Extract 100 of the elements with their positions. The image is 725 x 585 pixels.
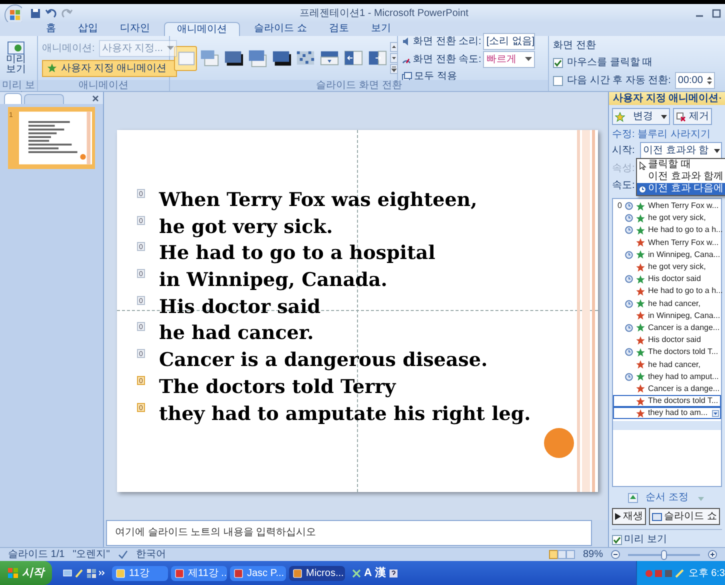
section-title: 화면 전환 <box>553 39 597 53</box>
sound-dropdown[interactable]: [소리 없음] <box>483 32 536 50</box>
taskbar-button[interactable]: Micros... <box>289 566 345 580</box>
play-button[interactable]: 재생 <box>612 508 646 525</box>
animation-list-item[interactable]: The doctors told T... <box>613 346 721 358</box>
slide-text-line: they had to amputate his right leg. <box>159 402 531 426</box>
checkbox-label: 다음 시간 후 자동 전환: <box>567 74 671 88</box>
slide-text-line: in Winnipeg, Canada. <box>159 268 388 292</box>
item-label: in Winnipeg, Cana... <box>648 310 720 321</box>
help-icon[interactable] <box>388 568 398 578</box>
check-icon <box>613 536 621 544</box>
checkbox[interactable] <box>553 76 563 86</box>
app-icon <box>116 568 125 578</box>
window-title: 프레젠테이션1 - Microsoft PowerPoint <box>298 6 470 20</box>
animation-list-item[interactable]: He had to go to a h... <box>613 224 721 237</box>
slideshow-button[interactable]: 슬라이드 쇼 <box>649 508 720 525</box>
field-label: 속성: <box>612 162 635 176</box>
ribbon-tab[interactable]: 삽입 <box>70 22 106 36</box>
speed-dropdown[interactable]: 빠르게 <box>483 50 536 68</box>
caret-icon <box>714 148 720 152</box>
pencil-icon[interactable] <box>75 568 84 578</box>
animation-list-item[interactable]: in Winnipeg, Cana... <box>613 248 721 261</box>
remove-icon <box>676 112 686 122</box>
windows-logo-icon <box>8 568 18 578</box>
animation-list-item[interactable]: they had to am... <box>613 407 721 420</box>
menu-item[interactable]: 이전 효과 다음에 <box>637 183 725 195</box>
item-label: He had to go to a h... <box>648 225 723 236</box>
ribbon-tab[interactable]: 보기 <box>362 22 399 36</box>
zoom-level: 89% <box>582 548 603 562</box>
close-icon[interactable] <box>92 95 99 102</box>
caret-icon <box>166 46 174 50</box>
animation-list-item[interactable]: 0 When Terry Fox w... <box>613 200 721 212</box>
time-field[interactable]: 00:00 <box>674 72 715 89</box>
chevron-icon[interactable] <box>99 570 105 576</box>
slide-text-line: Cancer is a dangerous disease. <box>159 348 488 372</box>
checkbox[interactable] <box>553 58 563 68</box>
zoom-in-icon[interactable] <box>708 550 717 559</box>
desktop-icon[interactable] <box>63 568 72 578</box>
menu-item[interactable]: 이전 효과와 함께 <box>637 171 725 183</box>
animation-list-item[interactable]: His doctor said <box>613 273 721 286</box>
animation-list-item[interactable]: they had to amput... <box>613 370 721 383</box>
clock: 오후 6:3 <box>688 566 725 580</box>
menu-item[interactable]: 클릭할 때 <box>637 159 725 171</box>
effect-name: 수정: 블루리 사라지기 <box>611 128 712 142</box>
remove-button[interactable]: 제거 <box>673 108 712 125</box>
preview-button[interactable]: 미리 보기 <box>4 41 28 75</box>
language-button[interactable]: A <box>364 564 372 582</box>
app-icon <box>175 568 184 578</box>
animation-list-item[interactable]: Cancer is a dange... <box>613 322 721 334</box>
slide-text-line: He had to go to a hospital <box>159 241 436 266</box>
pane-title: 사용자 지정 애니메이션 <box>613 92 719 106</box>
taskbar-button[interactable]: 제11강 ... <box>171 566 227 580</box>
item-label: His doctor said <box>648 335 702 346</box>
ribbon-tab[interactable]: 디자인 <box>112 22 158 36</box>
ribbon-tab[interactable]: 슬라이드 쇼 <box>246 22 315 36</box>
checkbox[interactable] <box>612 534 622 544</box>
notes-field[interactable]: 여기에 슬라이드 노트의 내용을 입력하십시오 <box>106 520 592 546</box>
animation-list-item[interactable]: he had cancer, <box>613 358 721 371</box>
zoom-out-icon[interactable] <box>611 550 620 559</box>
scroll-up-icon[interactable] <box>390 42 398 52</box>
animation-list-item[interactable]: The doctors told T... <box>613 395 721 408</box>
language-button[interactable]: 漢 <box>374 564 386 582</box>
taskbar-button[interactable]: Jasc P... <box>230 566 286 580</box>
taskbar-button[interactable]: 11강 <box>112 566 168 580</box>
start-button[interactable]: 시작 <box>0 561 52 585</box>
caret-icon <box>525 56 532 62</box>
undo-icon[interactable] <box>45 8 57 18</box>
ribbon-tab[interactable]: 검토 <box>320 22 357 36</box>
item-label: The doctors told T... <box>648 396 719 406</box>
ribbon-tab[interactable]: 애니메이션 <box>164 22 240 36</box>
group-label: 슬라이드 화면 전환 <box>170 80 548 91</box>
change-button[interactable]: 변경 <box>612 108 670 125</box>
more-icon[interactable] <box>390 64 398 74</box>
animation-list-item[interactable]: he got very sick, <box>613 260 721 274</box>
item-label: he got very sick, <box>648 213 707 224</box>
spellcheck-icon[interactable] <box>118 550 128 559</box>
scroll-down-icon[interactable] <box>390 53 398 63</box>
item-label: in Winnipeg, Cana... <box>648 250 720 260</box>
animation-list-item[interactable]: Cancer is a dange... <box>613 382 721 395</box>
animation-list-item[interactable]: He had to go to a h... <box>613 285 721 298</box>
maximize-icon[interactable] <box>712 8 721 18</box>
tray-icons[interactable] <box>645 568 686 578</box>
language-bar-icon[interactable] <box>352 568 361 578</box>
caret-icon[interactable] <box>712 410 719 417</box>
item-label: When Terry Fox w... <box>648 238 719 248</box>
grid-icon[interactable] <box>87 568 96 578</box>
item-label: they had to am... <box>648 408 709 418</box>
move-up-icon[interactable] <box>628 492 638 502</box>
start-dropdown[interactable]: 이전 효과와 함 <box>640 142 722 159</box>
animation-list-item[interactable]: he had cancer, <box>613 298 721 310</box>
status-text: 한국어 <box>136 548 166 562</box>
animation-list-item[interactable]: His doctor said <box>613 334 721 346</box>
ribbon-tab[interactable]: 홈 <box>38 22 64 36</box>
item-label: Cancer is a dange... <box>648 322 720 333</box>
zoom-slider-thumb[interactable] <box>661 550 667 560</box>
animation-list-item[interactable]: he got very sick, <box>613 212 721 224</box>
save-icon[interactable] <box>30 8 41 18</box>
animation-list-item[interactable]: in Winnipeg, Cana... <box>613 310 721 322</box>
star-icon <box>615 112 625 122</box>
animation-list-item[interactable]: When Terry Fox w... <box>613 236 721 249</box>
